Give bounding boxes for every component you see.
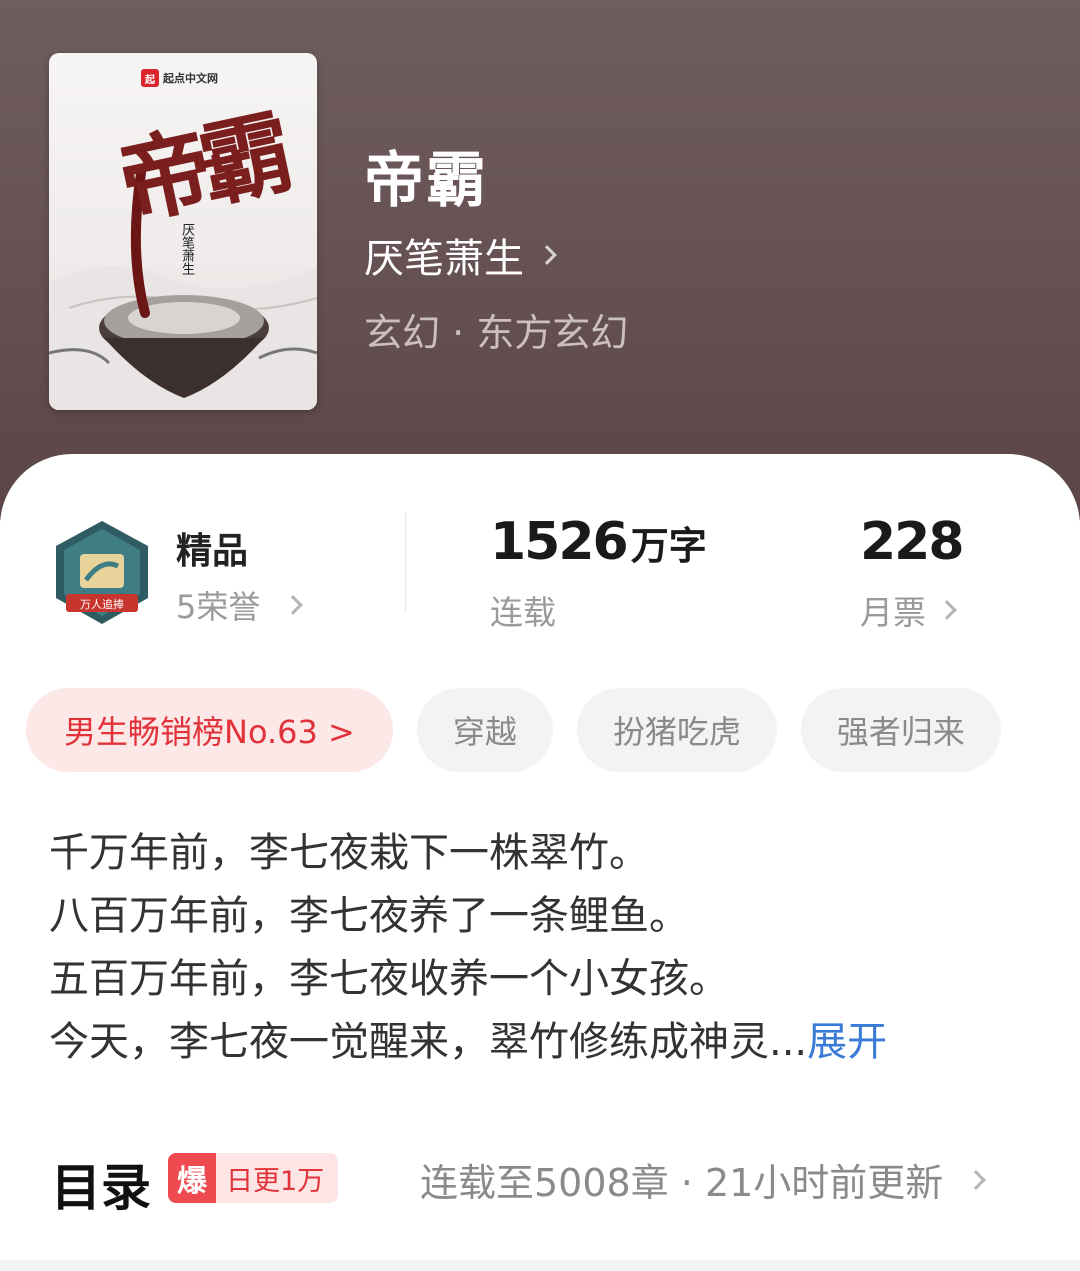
badge-ribbon-text: 万人追捧 <box>80 597 124 611</box>
synopsis-line: 五百万年前，李七夜收养一个小女孩。 <box>49 956 729 1002</box>
word-count-unit: 万字 <box>630 524 707 568</box>
hot-icon: 爆 <box>168 1153 216 1203</box>
synopsis-line: 千万年前，李七夜栽下一株翠竹。 <box>49 830 649 876</box>
author-name: 厌笔萧生 <box>364 236 524 282</box>
synopsis-line: 今天，李七夜一觉醒来，翠竹修练成神灵... <box>49 1019 808 1065</box>
cover-author: 厌笔萧生 <box>179 223 194 275</box>
synopsis: 千万年前，李七夜栽下一株翠竹。 八百万年前，李七夜养了一条鲤鱼。 五百万年前，李… <box>49 822 1039 1074</box>
monthly-tickets-label: 月票 <box>860 593 926 632</box>
book-genre: 玄幻 · 东方玄幻 <box>364 311 629 355</box>
tag-chip[interactable]: 扮猪吃虎 <box>576 688 777 772</box>
monthly-tickets-count: 228 <box>860 512 965 572</box>
honor-badge-icon[interactable]: 万人追捧 <box>52 518 152 628</box>
synopsis-line: 八百万年前，李七夜养了一条鲤鱼。 <box>49 893 689 939</box>
monthly-tickets-link[interactable]: 月票 <box>860 586 957 634</box>
chevron-right-icon <box>283 595 304 615</box>
synopsis-last-line: 今天，李七夜一觉醒来，翠竹修练成神灵...展开 <box>49 1011 1039 1074</box>
toc-status-link[interactable]: 连载至5008章 · 21小时前更新 <box>420 1152 987 1207</box>
publisher-logo-icon: 起 <box>141 69 159 87</box>
honors-count: 5荣誉 <box>176 588 261 626</box>
tag-list: 男生畅销榜No.63 > 穿越 扮猪吃虎 强者归来 <box>26 688 1001 772</box>
serial-status: 连载 <box>490 593 556 632</box>
daily-update-label: 日更1万 <box>216 1153 339 1203</box>
publisher-name: 起点中文网 <box>163 72 218 85</box>
tag-chip[interactable]: 强者归来 <box>800 688 1001 772</box>
book-cover[interactable]: 起 起点中文网 帝霸 厌笔萧生 <box>49 53 317 410</box>
tag-chip[interactable]: 穿越 <box>416 688 553 772</box>
quality-label: 精品 <box>176 531 249 572</box>
chevron-right-icon <box>937 600 957 620</box>
expand-link[interactable]: 展开 <box>807 1019 887 1065</box>
toc-title[interactable]: 目录 <box>51 1148 151 1220</box>
toc-status-text: 连载至5008章 · 21小时前更新 <box>420 1161 944 1205</box>
word-count: 1526 万字 <box>490 512 707 572</box>
book-title: 帝霸 <box>364 146 488 216</box>
honors-link[interactable]: 5荣誉 <box>176 582 304 628</box>
author-link[interactable]: 厌笔萧生 <box>364 226 557 284</box>
cover-publisher: 起 起点中文网 <box>141 67 218 89</box>
stats-divider <box>405 512 406 612</box>
rank-tag[interactable]: 男生畅销榜No.63 > <box>26 688 393 772</box>
chevron-right-icon <box>966 1169 987 1190</box>
word-count-number: 1526 <box>490 512 629 572</box>
update-badge: 爆 日更1万 <box>168 1153 339 1203</box>
section-divider <box>0 1260 1080 1271</box>
chevron-right-icon <box>537 245 557 265</box>
